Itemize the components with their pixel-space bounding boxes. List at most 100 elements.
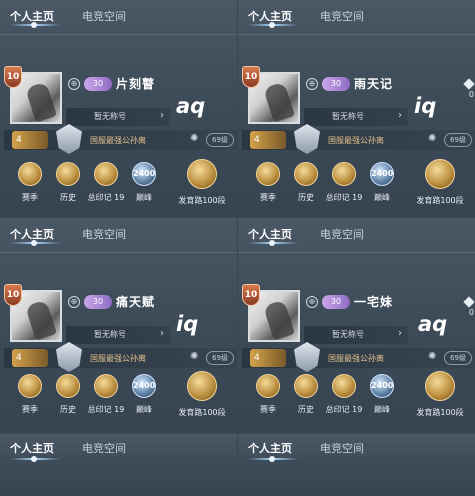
info-icon[interactable]: ⊕ bbox=[68, 78, 80, 90]
stat-peak[interactable]: 2400 巅峰 bbox=[360, 374, 404, 415]
handwritten-note: iq bbox=[176, 312, 199, 336]
level-tag: 69级 bbox=[444, 351, 472, 365]
lane-rank-icon bbox=[187, 159, 217, 189]
stat-peak[interactable]: 2400 巅峰 bbox=[122, 162, 166, 203]
peak-icon: 2400 bbox=[132, 374, 156, 398]
tab-bar: 个人主页 电竞空间 bbox=[0, 218, 237, 252]
history-rank-icon bbox=[56, 162, 80, 186]
stat-peak[interactable]: 2400 巅峰 bbox=[122, 374, 166, 415]
side-count: 0 bbox=[468, 90, 474, 99]
side-indicator[interactable]: 0 bbox=[463, 70, 475, 110]
gear-icon[interactable]: ✺ bbox=[428, 351, 436, 362]
tab-bar: 个人主页 电竞空间 bbox=[238, 0, 475, 34]
chevron-right-icon: › bbox=[160, 110, 164, 121]
marks-icon bbox=[332, 162, 356, 186]
honor-bar: 4 国服最强公孙离 ✺ 69级 bbox=[242, 342, 475, 372]
tab-bar: 个人主页 电竞空间 bbox=[0, 434, 237, 462]
divider bbox=[0, 252, 237, 253]
history-rank-icon bbox=[294, 374, 318, 398]
title-row[interactable]: 暂无称号 › bbox=[304, 108, 408, 126]
stat-label: 发育路100段 bbox=[178, 408, 226, 417]
player-name: 雨天记 bbox=[354, 77, 394, 91]
honor-label: 国服最强公孙离 bbox=[328, 136, 384, 145]
title-text: 暂无称号 bbox=[94, 330, 126, 339]
vip-badge: 30 bbox=[322, 295, 350, 309]
side-indicator[interactable]: 0 bbox=[463, 288, 475, 328]
level-badge: 10 bbox=[242, 66, 260, 88]
vip-badge: 30 bbox=[84, 77, 112, 91]
tab-esports-space[interactable]: 电竞空间 bbox=[320, 226, 364, 242]
medal-badge: 4 bbox=[12, 349, 48, 367]
dot-icon bbox=[31, 456, 37, 462]
dot-icon bbox=[31, 240, 37, 246]
history-rank-icon bbox=[56, 374, 80, 398]
handwritten-note: aq bbox=[418, 312, 448, 336]
tab-esports-space[interactable]: 电竞空间 bbox=[320, 440, 364, 456]
marks-icon bbox=[94, 162, 118, 186]
stat-label: 发育路100段 bbox=[416, 196, 464, 205]
level-badge: 10 bbox=[242, 284, 260, 306]
gear-icon[interactable]: ✺ bbox=[190, 351, 198, 362]
stat-lane[interactable]: 发育路100段 bbox=[410, 159, 470, 206]
title-row[interactable]: 暂无称号 › bbox=[304, 326, 408, 344]
tab-esports-space[interactable]: 电竞空间 bbox=[82, 440, 126, 456]
stat-peak[interactable]: 2400 巅峰 bbox=[360, 162, 404, 203]
rank-shield-icon bbox=[294, 124, 320, 154]
tab-bar: 个人主页 电竞空间 bbox=[238, 434, 475, 462]
history-rank-icon bbox=[294, 162, 318, 186]
stat-label: 巅峰 bbox=[136, 405, 152, 414]
chevron-right-icon: › bbox=[398, 110, 402, 121]
profile-card: 10 ⊕ 30 片刻瞽 aq 暂无称号 › 4 国服最强公孙离 ✺ 69级 bbox=[4, 66, 237, 154]
peak-icon: 2400 bbox=[370, 162, 394, 186]
honor-label: 国服最强公孙离 bbox=[90, 136, 146, 145]
level-badge: 10 bbox=[4, 66, 22, 88]
stats-row: 赛季 历史 总印记 19 2400 巅峰 发育路100段 bbox=[8, 371, 237, 426]
tab-personal-home[interactable]: 个人主页 bbox=[10, 440, 54, 456]
level-tag: 69级 bbox=[206, 133, 234, 147]
peak-icon: 2400 bbox=[132, 162, 156, 186]
title-row[interactable]: 暂无称号 › bbox=[66, 326, 170, 344]
honor-label: 国服最强公孙离 bbox=[328, 354, 384, 363]
rank-shield-icon bbox=[294, 342, 320, 372]
tab-esports-space[interactable]: 电竞空间 bbox=[82, 8, 126, 24]
title-text: 暂无称号 bbox=[332, 112, 364, 121]
medal-badge: 4 bbox=[250, 131, 286, 149]
season-rank-icon bbox=[18, 162, 42, 186]
dot-icon bbox=[269, 456, 275, 462]
stat-lane[interactable]: 发育路100段 bbox=[172, 371, 232, 418]
peak-icon: 2400 bbox=[370, 374, 394, 398]
divider bbox=[0, 34, 237, 35]
dot-icon bbox=[269, 240, 275, 246]
tab-bar: 个人主页 电竞空间 bbox=[238, 218, 475, 252]
season-rank-icon bbox=[256, 162, 280, 186]
marks-icon bbox=[332, 374, 356, 398]
stats-row: 赛季 历史 总印记 19 2400 巅峰 发育路100段 bbox=[246, 371, 475, 426]
title-row[interactable]: 暂无称号 › bbox=[66, 108, 170, 126]
season-rank-icon bbox=[256, 374, 280, 398]
stat-label: 发育路100段 bbox=[416, 408, 464, 417]
tab-personal-home[interactable]: 个人主页 bbox=[248, 440, 292, 456]
stat-label: 巅峰 bbox=[136, 193, 152, 202]
tab-esports-space[interactable]: 电竞空间 bbox=[82, 226, 126, 242]
gear-icon[interactable]: ✺ bbox=[428, 133, 436, 144]
gear-icon[interactable]: ✺ bbox=[190, 133, 198, 144]
level-badge: 10 bbox=[4, 284, 22, 306]
medal-badge: 4 bbox=[12, 131, 48, 149]
chevron-right-icon: › bbox=[398, 328, 402, 339]
info-icon[interactable]: ⊕ bbox=[306, 78, 318, 90]
info-icon[interactable]: ⊕ bbox=[68, 296, 80, 308]
diamond-icon bbox=[463, 296, 475, 308]
vip-badge: 30 bbox=[322, 77, 350, 91]
profile-panel-3: 个人主页 电竞空间 10 ⊕ 30 痛天赋 iq 暂无称号 › 4 国服最强公孙… bbox=[0, 218, 237, 432]
profile-panel-2: 个人主页 电竞空间 10 ⊕ 30 雨天记 iq 暂无称号 › 4 国服最强公孙… bbox=[238, 0, 475, 216]
profile-card: 10 ⊕ 30 一宅妹 aq 暂无称号 › 4 国服最强公孙离 ✺ 69级 bbox=[242, 284, 475, 372]
screenshot-grid: 个人主页 电竞空间 10 ⊕ 30 片刻瞽 aq 暂无称号 › 4 国服最强公孙… bbox=[0, 0, 475, 496]
stat-lane[interactable]: 发育路100段 bbox=[410, 371, 470, 418]
marks-icon bbox=[94, 374, 118, 398]
level-tag: 69级 bbox=[206, 351, 234, 365]
tab-esports-space[interactable]: 电竞空间 bbox=[320, 8, 364, 24]
level-tag: 69级 bbox=[444, 133, 472, 147]
info-icon[interactable]: ⊕ bbox=[306, 296, 318, 308]
diamond-icon bbox=[463, 78, 475, 90]
stat-lane[interactable]: 发育路100段 bbox=[172, 159, 232, 206]
